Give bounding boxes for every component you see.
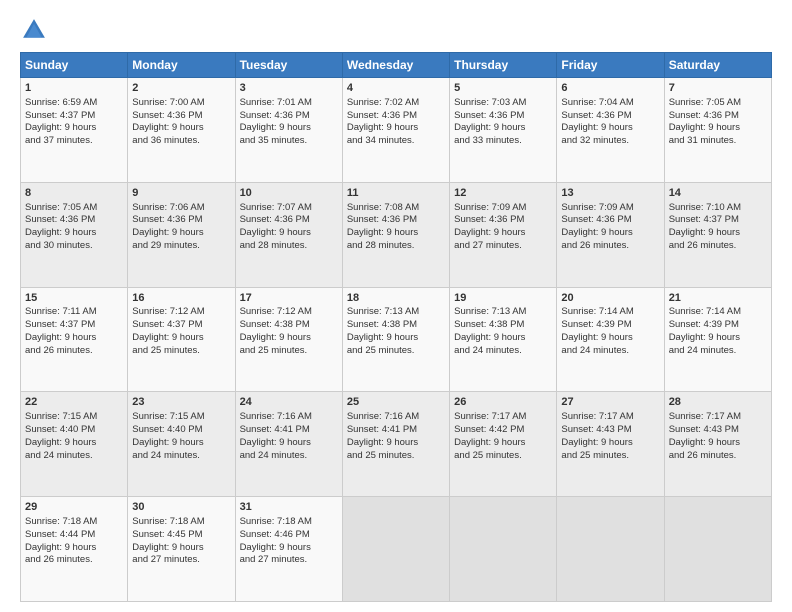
day-number: 19	[454, 291, 552, 306]
calendar-cell	[557, 497, 664, 602]
day-number: 12	[454, 186, 552, 201]
calendar-cell: 10Sunrise: 7:07 AMSunset: 4:36 PMDayligh…	[235, 182, 342, 287]
day-number: 17	[240, 291, 338, 306]
calendar-cell: 23Sunrise: 7:15 AMSunset: 4:40 PMDayligh…	[128, 392, 235, 497]
calendar-cell: 5Sunrise: 7:03 AMSunset: 4:36 PMDaylight…	[450, 78, 557, 183]
header	[20, 16, 772, 44]
calendar-cell: 7Sunrise: 7:05 AMSunset: 4:36 PMDaylight…	[664, 78, 771, 183]
calendar-cell: 31Sunrise: 7:18 AMSunset: 4:46 PMDayligh…	[235, 497, 342, 602]
calendar-cell: 22Sunrise: 7:15 AMSunset: 4:40 PMDayligh…	[21, 392, 128, 497]
calendar-cell: 14Sunrise: 7:10 AMSunset: 4:37 PMDayligh…	[664, 182, 771, 287]
weekday-header-monday: Monday	[128, 53, 235, 78]
day-number: 8	[25, 186, 123, 201]
logo-icon	[20, 16, 48, 44]
day-number: 28	[669, 395, 767, 410]
calendar-cell: 1Sunrise: 6:59 AMSunset: 4:37 PMDaylight…	[21, 78, 128, 183]
weekday-header-wednesday: Wednesday	[342, 53, 449, 78]
day-number: 6	[561, 81, 659, 96]
calendar-cell: 3Sunrise: 7:01 AMSunset: 4:36 PMDaylight…	[235, 78, 342, 183]
day-number: 5	[454, 81, 552, 96]
calendar-table: SundayMondayTuesdayWednesdayThursdayFrid…	[20, 52, 772, 602]
day-number: 22	[25, 395, 123, 410]
calendar-cell: 9Sunrise: 7:06 AMSunset: 4:36 PMDaylight…	[128, 182, 235, 287]
calendar-cell: 25Sunrise: 7:16 AMSunset: 4:41 PMDayligh…	[342, 392, 449, 497]
calendar-week-row: 15Sunrise: 7:11 AMSunset: 4:37 PMDayligh…	[21, 287, 772, 392]
calendar-week-row: 1Sunrise: 6:59 AMSunset: 4:37 PMDaylight…	[21, 78, 772, 183]
calendar-header: SundayMondayTuesdayWednesdayThursdayFrid…	[21, 53, 772, 78]
day-number: 20	[561, 291, 659, 306]
calendar-cell: 24Sunrise: 7:16 AMSunset: 4:41 PMDayligh…	[235, 392, 342, 497]
day-number: 21	[669, 291, 767, 306]
day-number: 16	[132, 291, 230, 306]
calendar-body: 1Sunrise: 6:59 AMSunset: 4:37 PMDaylight…	[21, 78, 772, 602]
day-number: 10	[240, 186, 338, 201]
calendar-cell: 15Sunrise: 7:11 AMSunset: 4:37 PMDayligh…	[21, 287, 128, 392]
day-number: 4	[347, 81, 445, 96]
day-number: 9	[132, 186, 230, 201]
day-number: 1	[25, 81, 123, 96]
calendar-cell: 19Sunrise: 7:13 AMSunset: 4:38 PMDayligh…	[450, 287, 557, 392]
calendar-cell: 20Sunrise: 7:14 AMSunset: 4:39 PMDayligh…	[557, 287, 664, 392]
day-number: 30	[132, 500, 230, 515]
calendar-cell: 17Sunrise: 7:12 AMSunset: 4:38 PMDayligh…	[235, 287, 342, 392]
day-number: 26	[454, 395, 552, 410]
calendar-cell: 30Sunrise: 7:18 AMSunset: 4:45 PMDayligh…	[128, 497, 235, 602]
logo	[20, 16, 52, 44]
day-number: 3	[240, 81, 338, 96]
calendar-cell: 21Sunrise: 7:14 AMSunset: 4:39 PMDayligh…	[664, 287, 771, 392]
calendar-cell	[342, 497, 449, 602]
header-row: SundayMondayTuesdayWednesdayThursdayFrid…	[21, 53, 772, 78]
calendar-cell: 18Sunrise: 7:13 AMSunset: 4:38 PMDayligh…	[342, 287, 449, 392]
page: SundayMondayTuesdayWednesdayThursdayFrid…	[0, 0, 792, 612]
day-number: 31	[240, 500, 338, 515]
day-number: 24	[240, 395, 338, 410]
day-number: 23	[132, 395, 230, 410]
day-number: 18	[347, 291, 445, 306]
day-number: 11	[347, 186, 445, 201]
calendar-cell: 26Sunrise: 7:17 AMSunset: 4:42 PMDayligh…	[450, 392, 557, 497]
day-number: 14	[669, 186, 767, 201]
calendar-cell: 12Sunrise: 7:09 AMSunset: 4:36 PMDayligh…	[450, 182, 557, 287]
calendar-week-row: 29Sunrise: 7:18 AMSunset: 4:44 PMDayligh…	[21, 497, 772, 602]
calendar-cell: 27Sunrise: 7:17 AMSunset: 4:43 PMDayligh…	[557, 392, 664, 497]
calendar-cell: 11Sunrise: 7:08 AMSunset: 4:36 PMDayligh…	[342, 182, 449, 287]
weekday-header-friday: Friday	[557, 53, 664, 78]
weekday-header-thursday: Thursday	[450, 53, 557, 78]
weekday-header-sunday: Sunday	[21, 53, 128, 78]
calendar-cell	[450, 497, 557, 602]
calendar-cell	[664, 497, 771, 602]
weekday-header-tuesday: Tuesday	[235, 53, 342, 78]
day-number: 13	[561, 186, 659, 201]
calendar-cell: 2Sunrise: 7:00 AMSunset: 4:36 PMDaylight…	[128, 78, 235, 183]
weekday-header-saturday: Saturday	[664, 53, 771, 78]
calendar-cell: 4Sunrise: 7:02 AMSunset: 4:36 PMDaylight…	[342, 78, 449, 183]
calendar-week-row: 22Sunrise: 7:15 AMSunset: 4:40 PMDayligh…	[21, 392, 772, 497]
day-number: 7	[669, 81, 767, 96]
calendar-cell: 6Sunrise: 7:04 AMSunset: 4:36 PMDaylight…	[557, 78, 664, 183]
calendar-cell: 13Sunrise: 7:09 AMSunset: 4:36 PMDayligh…	[557, 182, 664, 287]
calendar-cell: 16Sunrise: 7:12 AMSunset: 4:37 PMDayligh…	[128, 287, 235, 392]
calendar-cell: 29Sunrise: 7:18 AMSunset: 4:44 PMDayligh…	[21, 497, 128, 602]
day-number: 27	[561, 395, 659, 410]
day-number: 15	[25, 291, 123, 306]
day-number: 29	[25, 500, 123, 515]
calendar-cell: 28Sunrise: 7:17 AMSunset: 4:43 PMDayligh…	[664, 392, 771, 497]
day-number: 25	[347, 395, 445, 410]
calendar-week-row: 8Sunrise: 7:05 AMSunset: 4:36 PMDaylight…	[21, 182, 772, 287]
calendar-cell: 8Sunrise: 7:05 AMSunset: 4:36 PMDaylight…	[21, 182, 128, 287]
day-number: 2	[132, 81, 230, 96]
